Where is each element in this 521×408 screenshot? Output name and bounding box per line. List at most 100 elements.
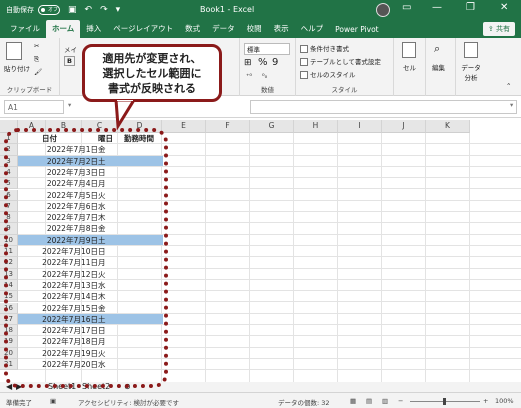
tab-data[interactable]: データ [206, 23, 241, 38]
annotation-callout: 適用先が変更され、 選択したセル範囲に 書式が反映される [82, 44, 222, 102]
tab-view[interactable]: 表示 [268, 23, 295, 38]
selection-emphasis-frame [4, 128, 168, 388]
macro-record-icon[interactable]: ▣ [50, 397, 56, 405]
status-count: データの個数: 32 [278, 399, 330, 407]
share-button[interactable]: ⇪ 共有 [482, 22, 515, 36]
analyze-data-icon [464, 42, 478, 58]
analyze-data-label: データ分析 [461, 64, 481, 82]
styles-group: 条件付き書式 テーブルとして書式設定 セルのスタイル スタイル [296, 38, 394, 96]
clipboard-group: 貼り付け ✂ ⎘ 🖌 クリップボード [0, 38, 60, 96]
column-header-i[interactable]: I [338, 120, 382, 133]
percent-button[interactable]: % [258, 57, 268, 68]
name-box[interactable]: A1 [4, 100, 64, 114]
tab-home[interactable]: ホーム [46, 20, 81, 38]
zoom-in-icon[interactable]: + [483, 397, 488, 405]
conditional-format-icon [300, 45, 308, 53]
styles-group-label: スタイル [331, 86, 358, 94]
number-group-label: 数値 [261, 86, 274, 94]
redo-icon[interactable]: ↷ [100, 5, 108, 15]
cell-styles-label: セルのスタイル [310, 71, 356, 79]
cells-label: セル [403, 64, 416, 72]
share-label: 共有 [496, 25, 510, 33]
column-header-g[interactable]: G [250, 120, 294, 133]
format-as-table-button[interactable]: テーブルとして書式設定 [300, 56, 381, 66]
zoom-out-icon[interactable]: − [398, 397, 403, 405]
zoom-level[interactable]: 100% [495, 397, 514, 405]
find-icon[interactable]: ⌕ [434, 42, 440, 56]
number-group: 標準 ⊞ % 9 ⁺⁰ ⁰₀ 数値 [240, 38, 296, 96]
window-title: Book1 - Excel [200, 5, 255, 14]
callout-line-1: 適用先が変更され、 [102, 51, 202, 65]
tab-review[interactable]: 校閲 [241, 23, 268, 38]
table-format-label: テーブルとして書式設定 [310, 58, 381, 66]
save-icon[interactable]: ▣ [68, 5, 77, 15]
currency-icon[interactable]: ⊞ [244, 58, 252, 68]
cell-styles-icon [300, 71, 308, 79]
formula-expand-icon[interactable]: ▾ [510, 101, 513, 109]
cells-icon [402, 42, 416, 58]
tab-power-pivot[interactable]: Power Pivot [329, 25, 384, 38]
editing-group: ⌕ 編集 [426, 38, 456, 96]
ribbon-collapse-icon[interactable]: ⌃ [506, 82, 511, 90]
quick-access-dropdown-icon[interactable]: ▾ [116, 5, 121, 15]
conditional-format-button[interactable]: 条件付き書式 [300, 43, 349, 53]
callout-pointer [114, 100, 136, 130]
formula-input[interactable] [250, 100, 517, 114]
autosave-label: 自動保存 [6, 6, 34, 14]
comma-button[interactable]: 9 [272, 57, 278, 68]
ribbon: 貼り付け ✂ ⎘ 🖌 クリップボード メイ B 標準 ⊞ % 9 ⁺⁰ ⁰₀ 数… [0, 38, 521, 96]
column-header-j[interactable]: J [382, 120, 426, 133]
conditional-format-label: 条件付き書式 [310, 45, 349, 53]
status-bar: 準備完了 ▣ アクセシビリティ: 検討が必要です データの個数: 32 ▦ ▤ … [0, 392, 521, 408]
callout-line-3: 書式が反映される [108, 81, 196, 95]
column-header-h[interactable]: H [294, 120, 338, 133]
editing-label: 編集 [432, 64, 445, 72]
paste-icon [6, 42, 22, 60]
analyze-data-button[interactable] [464, 42, 480, 58]
tab-formulas[interactable]: 数式 [179, 23, 206, 38]
ribbon-tabs: ファイル ホーム 挿入 ページレイアウト 数式 データ 校閲 表示 ヘルプ Po… [0, 20, 521, 38]
paste-label[interactable]: 貼り付け [4, 63, 30, 73]
normal-view-icon[interactable]: ▦ [350, 397, 356, 405]
name-box-dropdown-icon[interactable]: ▾ [68, 101, 71, 109]
undo-icon[interactable]: ↶ [85, 5, 93, 15]
minimize-button[interactable]: — [432, 2, 442, 13]
tab-page-layout[interactable]: ページレイアウト [107, 23, 179, 38]
callout-line-2: 選択したセル範囲に [102, 66, 202, 80]
cut-icon[interactable]: ✂ [34, 42, 39, 50]
number-format-select[interactable]: 標準 [244, 43, 290, 55]
format-painter-icon[interactable]: 🖌 [34, 68, 42, 76]
ribbon-display-icon[interactable]: ▭ [402, 2, 411, 13]
font-name-box[interactable]: メイ [64, 44, 77, 54]
copy-icon[interactable]: ⎘ [34, 55, 39, 64]
autosave-toggle[interactable]: 自動保存 オフ [6, 5, 60, 15]
page-layout-view-icon[interactable]: ▤ [366, 397, 372, 405]
autosave-switch[interactable]: オフ [38, 5, 60, 15]
column-header-e[interactable]: E [162, 120, 206, 133]
tab-insert[interactable]: 挿入 [80, 23, 107, 38]
status-ready: 準備完了 [6, 399, 32, 407]
decrease-decimal-icon[interactable]: ⁰₀ [262, 72, 267, 80]
restore-button[interactable]: ❐ [466, 2, 475, 13]
table-format-icon [300, 58, 308, 66]
column-header-f[interactable]: F [206, 120, 250, 133]
tab-help[interactable]: ヘルプ [295, 23, 330, 38]
share-icon: ⇪ [487, 25, 494, 33]
close-button[interactable]: ✕ [500, 2, 508, 13]
tab-file[interactable]: ファイル [4, 23, 46, 38]
bold-button[interactable]: B [64, 56, 75, 66]
title-bar: 自動保存 オフ ▣ ↶ ↷ ▾ Book1 - Excel ▭ — ❐ ✕ [0, 0, 521, 20]
paste-button[interactable] [6, 42, 24, 60]
analyze-group: データ分析 [456, 38, 486, 96]
cells-button[interactable] [402, 42, 418, 58]
page-break-view-icon[interactable]: ▥ [382, 397, 388, 405]
increase-decimal-icon[interactable]: ⁺⁰ [246, 72, 252, 80]
column-header-k[interactable]: K [426, 120, 470, 133]
cells-group: セル [394, 38, 426, 96]
zoom-slider-thumb[interactable] [443, 398, 446, 405]
user-avatar[interactable] [376, 3, 390, 17]
accessibility-status[interactable]: アクセシビリティ: 検討が必要です [78, 397, 179, 407]
clipboard-group-label: クリップボード [6, 86, 53, 94]
formula-bar: A1 ▾ ▾ [0, 96, 521, 118]
cell-styles-button[interactable]: セルのスタイル [300, 69, 356, 79]
